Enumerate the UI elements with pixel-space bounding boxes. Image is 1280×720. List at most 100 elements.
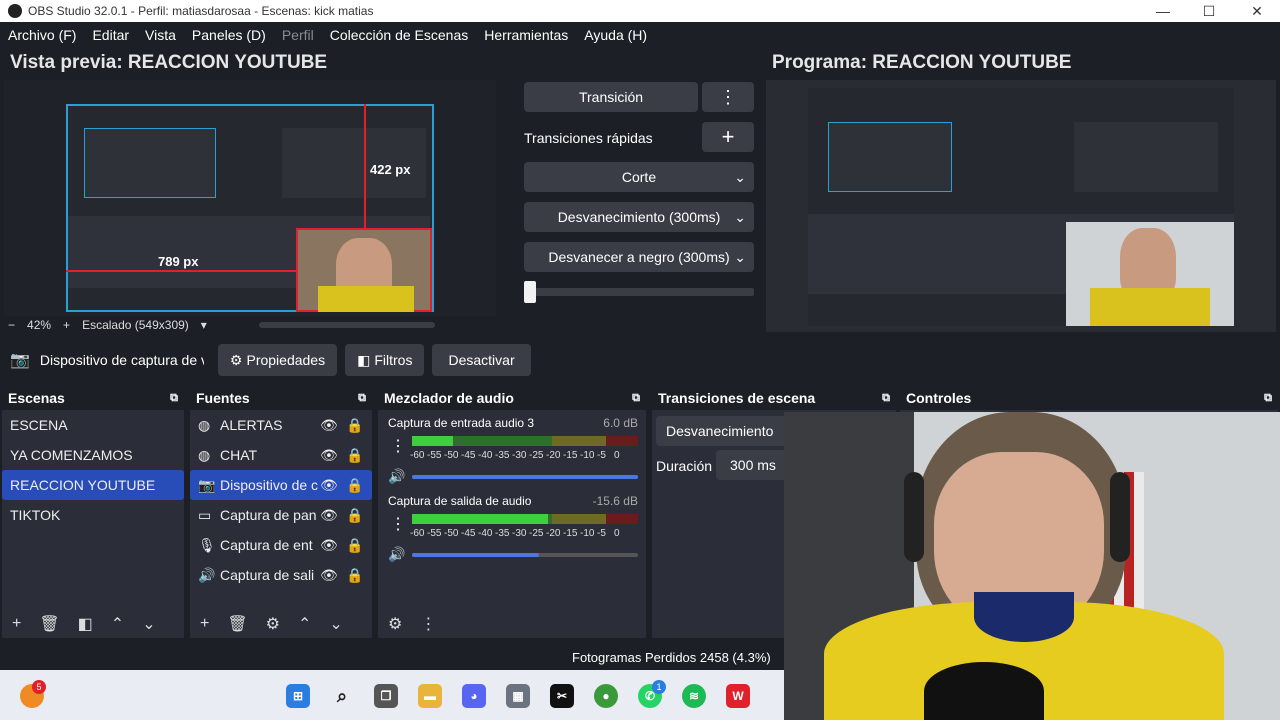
chevron-down-icon: ⌄ <box>734 208 746 225</box>
source-item[interactable]: 🔊 Captura de sali 👁 🔒 <box>190 560 372 590</box>
search-icon[interactable]: ⌕ <box>330 684 354 708</box>
source-item[interactable]: ▭ Captura de pan 👁 🔒 <box>190 500 372 530</box>
menu-archivo[interactable]: Archivo (F) <box>8 27 76 43</box>
maximize-icon[interactable]: ☐ <box>1186 0 1232 22</box>
transition-button[interactable]: Transición <box>524 82 698 112</box>
menu-perfil[interactable]: Perfil <box>282 27 314 43</box>
selected-webcam-source[interactable] <box>296 228 432 312</box>
quick-transition-desvanecimiento[interactable]: Desvanecimiento (300ms) ⌄ <box>524 202 754 232</box>
chevron-down-icon[interactable]: ⌄ <box>329 614 342 634</box>
task-view-icon[interactable]: ❐ <box>374 684 398 708</box>
controls-header: Controles ⧉ <box>900 386 1278 410</box>
tbar-handle[interactable] <box>524 281 536 303</box>
preview-scrollbar[interactable] <box>258 322 435 328</box>
visibility-eye-icon[interactable]: 👁 <box>320 417 338 434</box>
trash-icon[interactable]: 🗑 <box>39 614 59 634</box>
volume-slider-track[interactable] <box>412 475 638 479</box>
quick-transition-label: Corte <box>621 169 657 185</box>
channel-menu-icon[interactable]: ⋮ <box>390 436 406 456</box>
file-explorer-icon[interactable]: ▬ <box>418 684 442 708</box>
windows-start-icon[interactable]: ⊞ <box>286 684 310 708</box>
filters-button[interactable]: ◧ Filtros <box>345 344 425 376</box>
channel-menu-icon[interactable]: ⋮ <box>390 514 406 534</box>
undock-icon[interactable]: ⧉ <box>170 392 178 405</box>
visibility-eye-icon[interactable]: 👁 <box>320 507 338 524</box>
visibility-eye-icon[interactable]: 👁 <box>320 477 338 494</box>
speaker-icon[interactable]: 🔊 <box>388 546 405 563</box>
add-quick-transition-button[interactable]: + <box>702 122 754 152</box>
menu-dots-icon[interactable]: ⋮ <box>420 614 436 634</box>
visibility-eye-icon[interactable]: 👁 <box>320 447 338 464</box>
properties-button[interactable]: ⚙ Propiedades <box>217 344 338 376</box>
undock-icon[interactable]: ⧉ <box>632 392 640 405</box>
menu-herramientas[interactable]: Herramientas <box>484 27 568 43</box>
nested-preview <box>828 122 952 192</box>
filter-icon[interactable]: ◧ <box>78 614 93 634</box>
add-icon[interactable]: + <box>200 615 209 633</box>
browser-icon: ◍ <box>198 446 211 463</box>
window-title: OBS Studio 32.0.1 - Perfil: matiasdarosa… <box>28 4 374 18</box>
advanced-audio-icon[interactable]: ⚙ <box>388 614 402 634</box>
transition-menu-icon[interactable]: ⋮ <box>702 82 754 112</box>
speaker-icon[interactable]: 🔊 <box>388 468 405 485</box>
scale-tick: -30 <box>512 528 527 539</box>
menu-vista[interactable]: Vista <box>145 27 176 43</box>
scene-label: TIKTOK <box>10 507 61 523</box>
program-webcam <box>1066 222 1234 326</box>
source-item[interactable]: ◍ ALERTAS 👁 🔒 <box>190 410 372 440</box>
volume-slider-track[interactable] <box>412 553 638 557</box>
scenes-list: ESCENA YA COMENZAMOS REACCION YOUTUBE TI… <box>2 410 184 638</box>
scale-tick: -35 <box>495 450 510 461</box>
scene-item-selected[interactable]: REACCION YOUTUBE <box>2 470 184 500</box>
undock-icon[interactable]: ⧉ <box>882 392 890 405</box>
lock-icon[interactable]: 🔒 <box>346 417 363 434</box>
menu-editar[interactable]: Editar <box>92 27 129 43</box>
quick-transition-corte[interactable]: Corte ⌄ <box>524 162 754 192</box>
gear-icon[interactable]: ⚙ <box>266 614 280 634</box>
discord-icon[interactable]: ◕ <box>462 684 486 708</box>
zoom-in-button[interactable]: + <box>63 318 70 332</box>
source-item[interactable]: ◍ CHAT 👁 🔒 <box>190 440 372 470</box>
menu-coleccion-escenas[interactable]: Colección de Escenas <box>330 27 469 43</box>
calculator-icon[interactable]: ▦ <box>506 684 530 708</box>
preview-canvas[interactable]: 789 px 422 px <box>4 80 496 316</box>
scale-dropdown-icon[interactable]: ▾ <box>201 318 207 332</box>
meter-scale: -60 -55 -50 -45 -40 -35 -30 -25 -20 -15 … <box>410 528 624 539</box>
add-icon[interactable]: + <box>12 615 21 633</box>
mixer-footer: ⚙ ⋮ <box>378 610 646 638</box>
chevron-up-icon[interactable]: ⌃ <box>111 614 124 634</box>
tbar-track[interactable] <box>524 288 754 296</box>
meter-red-zone <box>606 436 638 446</box>
menu-ayuda[interactable]: Ayuda (H) <box>584 27 647 43</box>
undock-icon[interactable]: ⧉ <box>358 392 366 405</box>
menu-bar: Archivo (F) Editar Vista Paneles (D) Per… <box>0 22 1280 48</box>
scene-item[interactable]: ESCENA <box>2 410 184 440</box>
wps-office-icon[interactable]: W <box>726 684 750 708</box>
visibility-eye-icon[interactable]: 👁 <box>320 567 338 584</box>
chevron-down-icon[interactable]: ⌄ <box>142 614 155 634</box>
spotify-icon[interactable]: ≋ <box>682 684 706 708</box>
chrome-icon[interactable]: ● <box>594 684 618 708</box>
capcut-icon[interactable]: ✂ <box>550 684 574 708</box>
lock-icon[interactable]: 🔒 <box>346 567 363 584</box>
lock-icon[interactable]: 🔒 <box>346 507 363 524</box>
lock-icon[interactable]: 🔒 <box>346 447 363 464</box>
close-icon[interactable]: ✕ <box>1234 0 1280 22</box>
undock-icon[interactable]: ⧉ <box>1264 392 1272 405</box>
chevron-up-icon[interactable]: ⌃ <box>298 614 311 634</box>
quick-transition-fade-black[interactable]: Desvanecer a negro (300ms) ⌄ <box>524 242 754 272</box>
minimize-icon[interactable]: — <box>1140 0 1186 22</box>
notification-badge: 5 <box>32 680 46 694</box>
source-item-selected[interactable]: 📷 Dispositivo de c 👁 🔒 <box>190 470 372 500</box>
scene-item[interactable]: YA COMENZAMOS <box>2 440 184 470</box>
lock-icon[interactable]: 🔒 <box>346 537 363 554</box>
deactivate-button[interactable]: Desactivar <box>432 344 531 376</box>
program-canvas <box>766 80 1276 332</box>
zoom-out-button[interactable]: − <box>8 318 15 332</box>
source-item[interactable]: 🎙 Captura de ent 👁 🔒 <box>190 530 372 560</box>
lock-icon[interactable]: 🔒 <box>346 477 363 494</box>
visibility-eye-icon[interactable]: 👁 <box>320 537 338 554</box>
trash-icon[interactable]: 🗑 <box>227 614 247 634</box>
menu-paneles[interactable]: Paneles (D) <box>192 27 266 43</box>
scene-item[interactable]: TIKTOK <box>2 500 184 530</box>
